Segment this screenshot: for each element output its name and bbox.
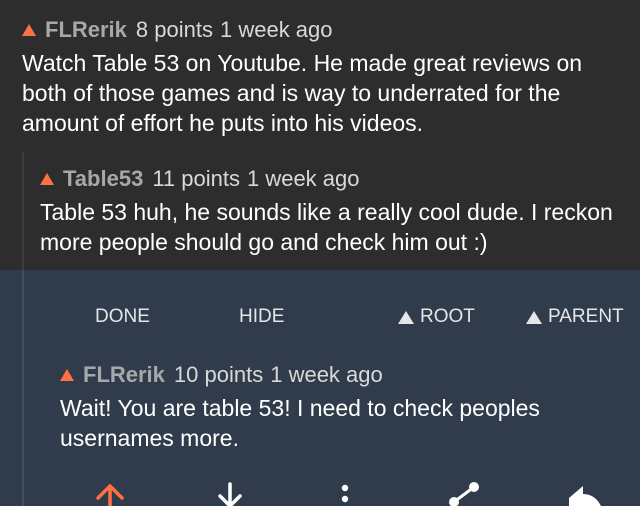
upvote-icon[interactable]	[90, 478, 130, 506]
more-icon[interactable]	[325, 478, 365, 506]
parent-button[interactable]: PARENT	[526, 305, 624, 329]
comment-points: 11 points	[152, 166, 240, 191]
selected-comment-panel: DONE HIDE ROOT PARENT FLRerik 10 points …	[0, 270, 640, 506]
reply-icon[interactable]	[565, 478, 605, 506]
comment-time: 1 week ago	[219, 17, 333, 42]
parent-label: PARENT	[548, 306, 624, 327]
upvote-arrow-icon[interactable]	[60, 369, 74, 381]
comment-time: 1 week ago	[246, 166, 360, 191]
comment-points: 8 points	[135, 17, 213, 42]
root-label: ROOT	[420, 306, 475, 327]
comment-meta: Table53 11 points 1 week ago	[40, 166, 620, 192]
comment-actions-bar: DONE HIDE ROOT PARENT	[0, 305, 640, 329]
up-triangle-icon	[526, 310, 542, 324]
thread-rail	[22, 152, 24, 270]
root-button[interactable]: ROOT	[398, 305, 475, 329]
hide-button[interactable]: HIDE	[239, 305, 284, 329]
comment-points: 10 points	[173, 362, 264, 387]
downvote-icon[interactable]	[210, 478, 250, 506]
comment-author[interactable]: FLRerik	[83, 362, 165, 388]
share-icon[interactable]	[444, 478, 484, 506]
comment-3[interactable]: FLRerik 10 points 1 week ago Wait! You a…	[60, 362, 620, 453]
comment-author[interactable]: Table53	[63, 166, 143, 192]
upvote-arrow-icon[interactable]	[22, 24, 36, 36]
done-label: DONE	[95, 306, 150, 327]
hide-label: HIDE	[239, 306, 285, 327]
comment-1[interactable]: FLRerik 8 points 1 week ago Watch Table …	[22, 17, 622, 138]
comment-body: Watch Table 53 on Youtube. He made great…	[22, 50, 583, 136]
comment-body: Wait! You are table 53! I need to check …	[60, 395, 540, 451]
comment-author[interactable]: FLRerik	[45, 17, 127, 43]
comment-body: Table 53 huh, he sounds like a really co…	[40, 199, 613, 255]
comment-meta: FLRerik 8 points 1 week ago	[22, 17, 622, 43]
upvote-arrow-icon[interactable]	[40, 173, 54, 185]
up-triangle-icon	[398, 310, 414, 324]
done-button[interactable]: DONE	[95, 305, 150, 329]
comment-bottom-toolbar	[0, 478, 640, 506]
comment-meta: FLRerik 10 points 1 week ago	[60, 362, 620, 388]
comment-time: 1 week ago	[270, 362, 383, 387]
